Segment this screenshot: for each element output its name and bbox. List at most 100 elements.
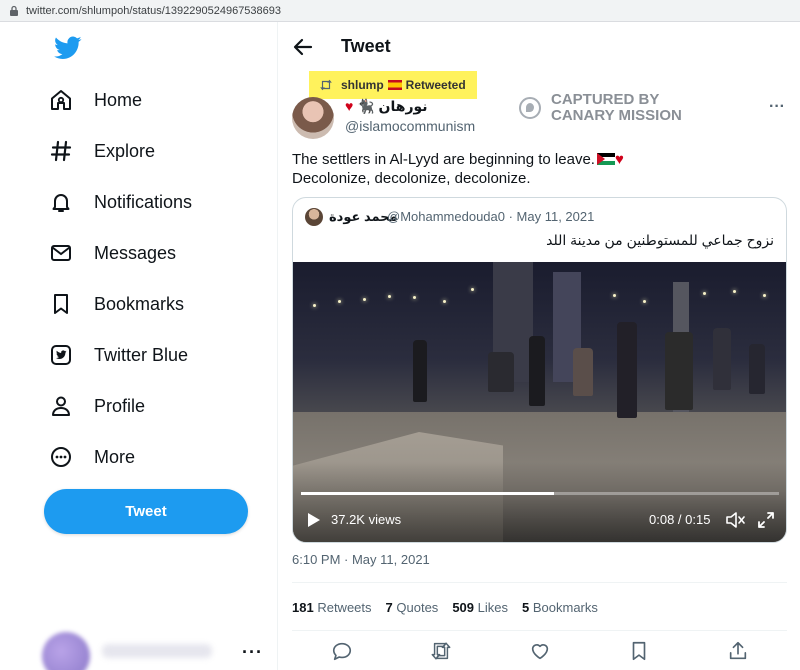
sidebar-item-explore[interactable]: Explore <box>48 131 155 171</box>
video-progress-bar[interactable] <box>301 492 779 495</box>
bookmark-icon[interactable] <box>628 640 650 662</box>
tweet-actions <box>331 640 751 664</box>
likes-stat[interactable]: 509 Likes <box>452 600 508 615</box>
quoted-tweet[interactable]: محمد عودة @Mohammedouda0 · May 11, 2021 … <box>292 197 787 543</box>
lock-icon <box>10 5 18 16</box>
bookmark-icon <box>48 291 74 317</box>
person-silhouette <box>749 344 765 394</box>
video-view-count: 37.2K views <box>331 512 402 527</box>
retweets-count: 181 <box>292 600 314 615</box>
likes-count: 509 <box>452 600 475 615</box>
sidebar-item-label: Bookmarks <box>94 293 185 314</box>
quotes-count: 7 <box>385 600 393 615</box>
sidebar-item-label: Profile <box>94 395 146 416</box>
more-dots-icon: ··· <box>242 642 263 662</box>
video-time: 0:08 / 0:15 <box>649 512 711 527</box>
bookmarks-stat[interactable]: 5 Bookmarks <box>522 600 598 615</box>
like-heart-icon[interactable] <box>529 640 551 662</box>
cat-icon: 🐈‍⬛ <box>357 98 375 114</box>
watermark: CAPTURED BY CANARY MISSION <box>519 92 701 124</box>
sidebar-item-label: Home <box>94 89 143 110</box>
twitter-bird-icon[interactable] <box>54 36 82 60</box>
reply-icon[interactable] <box>331 640 353 662</box>
envelope-icon <box>48 240 74 266</box>
string-light <box>338 300 341 303</box>
string-light <box>643 300 646 303</box>
watermark-text: CAPTURED BY CANARY MISSION <box>551 91 682 124</box>
account-switcher[interactable]: ··· <box>42 632 262 670</box>
fullscreen-icon[interactable] <box>757 511 775 529</box>
heart-icon: ♥ <box>345 98 354 114</box>
palestine-flag-icon <box>596 153 615 165</box>
page-title: Tweet <box>341 36 391 56</box>
person-silhouette <box>488 352 514 392</box>
retweet-icon <box>320 79 332 91</box>
bookmarks-label: Bookmarks <box>532 600 598 615</box>
url-text: twitter.com/shlumpoh/status/139229052496… <box>26 4 282 17</box>
retweets-stat[interactable]: 181 Retweets <box>292 600 372 615</box>
compose-tweet-button[interactable]: Tweet <box>44 489 248 534</box>
string-light <box>313 304 316 307</box>
bell-icon <box>48 189 74 215</box>
retweeted-label: Retweeted <box>405 78 466 92</box>
sidebar-item-label: Twitter Blue <box>94 344 189 365</box>
divider <box>292 630 787 631</box>
quotes-label: Quotes <box>396 600 439 615</box>
quoted-tweet-text: نزوح جماعي للمستوطنين من مدينة اللد <box>546 232 774 248</box>
play-icon[interactable] <box>307 512 321 528</box>
string-light <box>471 288 474 291</box>
sidebar-item-bookmarks[interactable]: Bookmarks <box>48 284 184 324</box>
quotes-stat[interactable]: 7 Quotes <box>386 600 439 615</box>
share-icon[interactable] <box>727 640 749 662</box>
author-avatar[interactable] <box>292 97 334 139</box>
person-icon <box>48 393 74 419</box>
quoted-author-handle: @Mohammedouda0 · May 11, 2021 <box>387 209 595 224</box>
author-handle[interactable]: @islamocommunism <box>345 118 475 134</box>
divider <box>292 582 787 583</box>
string-light <box>613 294 616 297</box>
retweet-icon[interactable] <box>430 640 452 662</box>
string-light <box>733 290 736 293</box>
person-silhouette <box>529 336 545 406</box>
avatar <box>42 632 90 670</box>
quoted-author-avatar <box>305 208 323 226</box>
retweets-label: Retweets <box>317 600 372 615</box>
mute-icon[interactable] <box>725 511 745 529</box>
video-player[interactable]: 37.2K views 0:08 / 0:15 <box>293 262 786 542</box>
string-light <box>703 292 706 295</box>
tweet-detail-column: Tweet shlump Retweeted ♥ 🐈‍⬛ نورهان @isl… <box>279 22 800 670</box>
person-silhouette <box>617 322 637 418</box>
sidebar-item-home[interactable]: Home <box>48 80 142 120</box>
sidebar-item-messages[interactable]: Messages <box>48 233 176 273</box>
sidebar-item-label: Explore <box>94 140 156 161</box>
retweeter-name[interactable]: shlump <box>341 78 384 92</box>
sidebar-item-label: Messages <box>94 242 177 263</box>
spain-flag-icon <box>387 80 402 90</box>
page-header: Tweet <box>279 22 800 74</box>
sidebar-item-label: More <box>94 446 136 467</box>
retweet-banner: shlump Retweeted <box>309 71 477 99</box>
bookmarks-count: 5 <box>522 600 530 615</box>
twitter-blue-icon <box>48 342 74 368</box>
tweet-timestamp[interactable]: 6:10 PM · May 11, 2021 <box>292 552 430 567</box>
sidebar-item-more[interactable]: More <box>48 437 135 477</box>
heart-icon: ♥ <box>614 151 624 168</box>
person-silhouette <box>665 332 693 410</box>
account-name-redacted <box>102 644 212 658</box>
tweet-text-line1: The settlers in Al-Lyyd are beginning to… <box>292 151 595 168</box>
tweet-more-icon[interactable]: ··· <box>769 98 785 116</box>
canary-logo-icon <box>519 97 541 119</box>
author-name[interactable]: ♥ 🐈‍⬛ نورهان <box>345 98 428 115</box>
tweet-stats: 181 Retweets 7 Quotes 509 Likes 5 Bookma… <box>292 600 612 615</box>
sidebar-item-profile[interactable]: Profile <box>48 386 145 426</box>
home-icon <box>48 87 74 113</box>
sidebar-item-label: Notifications <box>94 191 193 212</box>
sidebar-item-twitter-blue[interactable]: Twitter Blue <box>48 335 188 375</box>
address-bar[interactable]: twitter.com/shlumpoh/status/139229052496… <box>0 0 800 22</box>
tweet-text-line2: Decolonize, decolonize, decolonize. <box>292 170 531 187</box>
video-controls-gradient <box>293 462 786 542</box>
sidebar-item-notifications[interactable]: Notifications <box>48 182 192 222</box>
string-light <box>413 296 416 299</box>
string-light <box>763 294 766 297</box>
back-arrow-icon[interactable] <box>291 35 315 59</box>
